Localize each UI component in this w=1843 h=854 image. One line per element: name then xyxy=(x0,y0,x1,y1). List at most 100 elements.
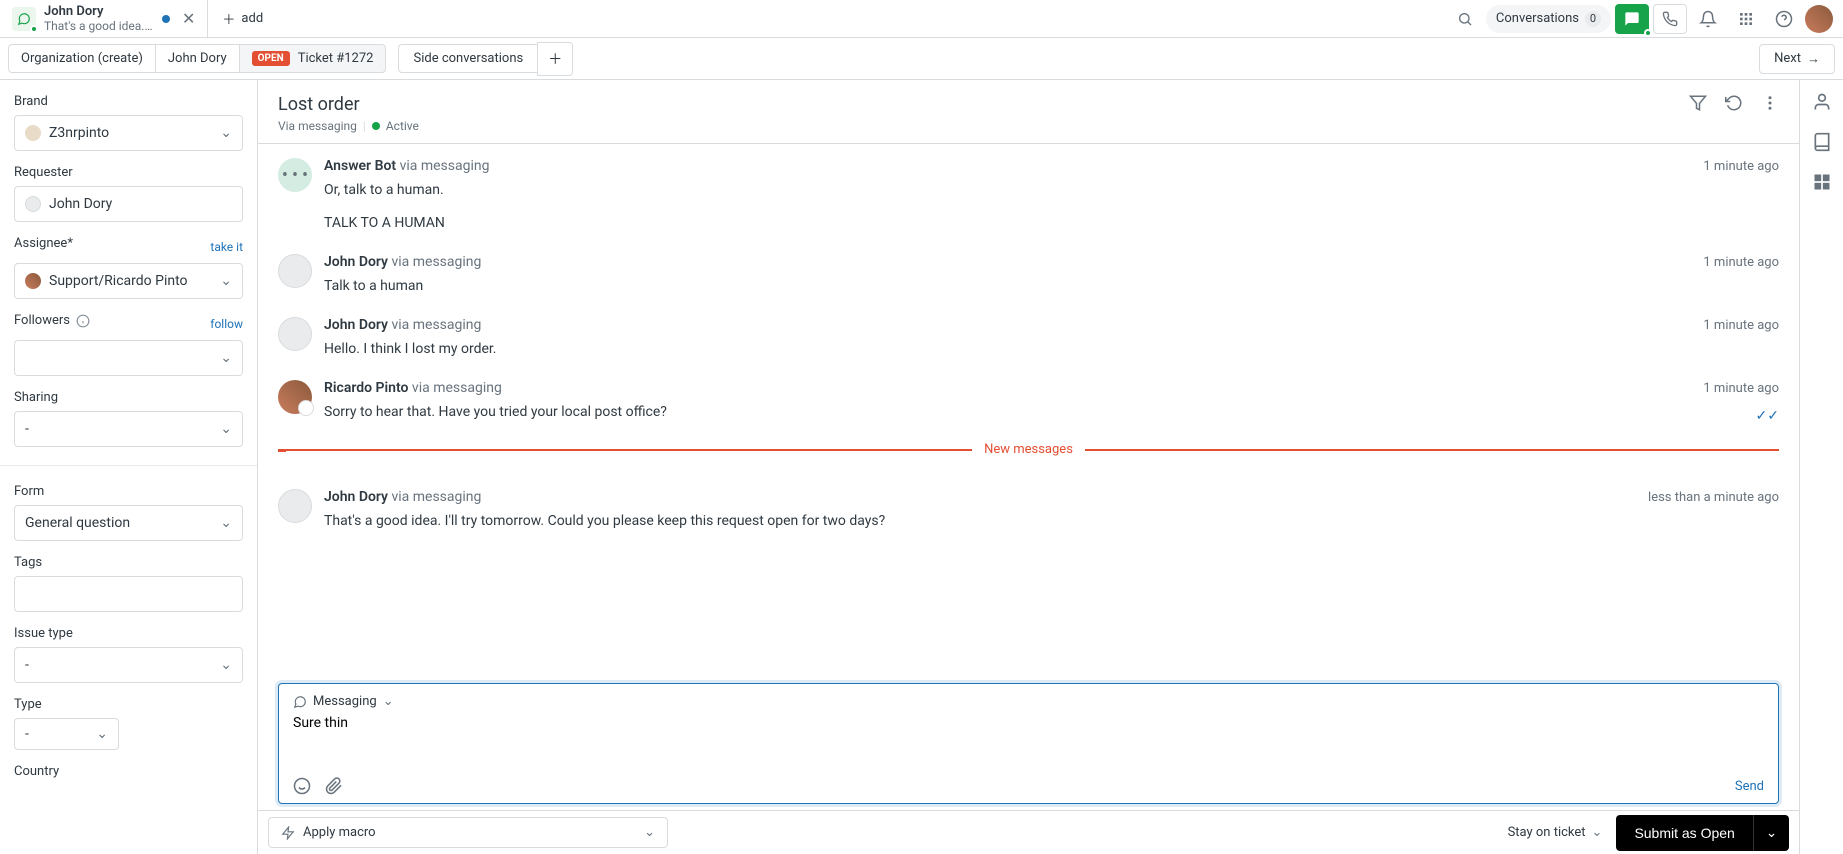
take-it-link[interactable]: take it xyxy=(210,240,243,254)
properties-sidebar: Brand Z3nrpinto ⌄ Requester John Dory As… xyxy=(0,80,258,854)
issue-type-select[interactable]: - ⌄ xyxy=(14,647,243,683)
profile-avatar[interactable] xyxy=(1805,5,1833,33)
message-author: John Dory via messaging xyxy=(324,489,481,505)
requester-label: Requester xyxy=(14,165,243,180)
message-text: Hello. I think I lost my order. xyxy=(324,339,1779,360)
follow-link[interactable]: follow xyxy=(210,317,243,331)
avatar xyxy=(278,317,312,351)
avatar xyxy=(278,489,312,523)
message: John Dory via messaging 1 minute ago Tal… xyxy=(278,244,1779,307)
next-button[interactable]: Next → xyxy=(1759,44,1835,74)
chevron-down-icon: ⌄ xyxy=(1592,825,1603,840)
tab-title: John Dory xyxy=(44,4,154,20)
messaging-icon[interactable] xyxy=(1615,4,1649,34)
issue-type-label: Issue type xyxy=(14,626,243,641)
ticket-title: Lost order xyxy=(278,94,419,115)
breadcrumb-bar: Organization (create) John Dory OPEN Tic… xyxy=(0,38,1843,80)
new-messages-label: New messages xyxy=(972,442,1085,457)
form-select[interactable]: General question ⌄ xyxy=(14,505,243,541)
plus-icon: ＋ xyxy=(222,9,235,28)
breadcrumb: Organization (create) John Dory OPEN Tic… xyxy=(8,44,386,73)
next-label: Next xyxy=(1774,51,1801,66)
followers-label: Followers xyxy=(14,313,90,328)
crumb-organization[interactable]: Organization (create) xyxy=(8,44,155,73)
composer: Messaging ⌄ Sure thin Send xyxy=(278,683,1779,804)
submit-dropdown[interactable]: ⌄ xyxy=(1753,815,1789,851)
composer-channel-select[interactable]: Messaging ⌄ xyxy=(279,684,1778,709)
stay-on-ticket-select[interactable]: Stay on ticket ⌄ xyxy=(1508,825,1603,840)
requester-field[interactable]: John Dory xyxy=(14,186,243,222)
add-side-conversation-button[interactable]: ＋ xyxy=(537,42,573,76)
more-icon[interactable] xyxy=(1761,94,1779,112)
form-label: Form xyxy=(14,484,243,499)
close-tab-icon[interactable]: ✕ xyxy=(182,9,195,28)
message-author: John Dory via messaging xyxy=(324,254,481,270)
submit-button[interactable]: Submit as Open xyxy=(1616,815,1752,851)
composer-channel-label: Messaging xyxy=(313,694,377,709)
type-select[interactable]: - ⌄ xyxy=(14,718,119,750)
chevron-down-icon: ⌄ xyxy=(383,694,394,709)
crumb-ticket[interactable]: OPEN Ticket #1272 xyxy=(239,44,387,73)
avatar xyxy=(278,380,312,414)
sharing-value: - xyxy=(25,421,29,437)
message-time: 1 minute ago xyxy=(1703,159,1779,174)
brand-value: Z3nrpinto xyxy=(49,125,109,141)
country-label: Country xyxy=(14,764,243,779)
message-time: less than a minute ago xyxy=(1648,490,1779,505)
attachment-icon[interactable] xyxy=(325,777,343,795)
info-icon xyxy=(76,314,90,328)
phone-icon[interactable] xyxy=(1653,4,1687,34)
message-text: Or, talk to a human.TALK TO A HUMAN xyxy=(324,180,1779,234)
add-tab-button[interactable]: ＋ add xyxy=(208,0,277,37)
ticket-tab[interactable]: John Dory That's a good idea. I… ✕ xyxy=(0,0,208,37)
side-conversations-button[interactable]: Side conversations xyxy=(398,44,537,73)
sharing-label: Sharing xyxy=(14,390,243,405)
assignee-label: Assignee* xyxy=(14,236,73,251)
message-time: 1 minute ago xyxy=(1703,318,1779,333)
tags-label: Tags xyxy=(14,555,243,570)
conversations-button[interactable]: Conversations 0 xyxy=(1486,5,1611,33)
user-profile-icon[interactable] xyxy=(1812,92,1832,112)
chevron-down-icon: ⌄ xyxy=(96,726,108,742)
notifications-icon[interactable] xyxy=(1691,4,1725,34)
message-author: Ricardo Pinto via messaging xyxy=(324,380,502,396)
send-button[interactable]: Send xyxy=(1735,779,1764,794)
apply-macro-select[interactable]: Apply macro ⌄ xyxy=(268,817,668,848)
conversations-count: 0 xyxy=(1585,11,1601,27)
sharing-select[interactable]: - ⌄ xyxy=(14,411,243,447)
avatar: ••• xyxy=(278,158,312,192)
search-icon[interactable] xyxy=(1448,4,1482,34)
tags-field[interactable] xyxy=(14,576,243,612)
message: ••• Answer Bot via messaging 1 minute ag… xyxy=(278,148,1779,244)
chevron-down-icon: ⌄ xyxy=(220,657,232,673)
new-messages-divider: New messages xyxy=(278,449,1779,467)
read-receipt-icon: ✓✓ xyxy=(1756,406,1779,427)
message-time: 1 minute ago xyxy=(1703,255,1779,270)
filter-icon[interactable] xyxy=(1689,94,1707,112)
crumb-user[interactable]: John Dory xyxy=(155,44,239,73)
apps-icon[interactable] xyxy=(1729,4,1763,34)
chevron-down-icon: ⌄ xyxy=(220,125,232,141)
message-list: ••• Answer Bot via messaging 1 minute ag… xyxy=(258,144,1799,673)
stay-label: Stay on ticket xyxy=(1508,825,1586,840)
message: John Dory via messaging 1 minute ago Hel… xyxy=(278,307,1779,370)
knowledge-icon[interactable] xyxy=(1812,132,1832,152)
message-time: 1 minute ago xyxy=(1703,381,1779,396)
history-icon[interactable] xyxy=(1725,94,1743,112)
message-text: Sorry to hear that. Have you tried your … xyxy=(324,402,1779,423)
message-text: Talk to a human xyxy=(324,276,1779,297)
assignee-value: Support/Ricardo Pinto xyxy=(49,273,188,289)
brand-label: Brand xyxy=(14,94,243,109)
avatar xyxy=(278,254,312,288)
apps-panel-icon[interactable] xyxy=(1812,172,1832,192)
brand-select[interactable]: Z3nrpinto ⌄ xyxy=(14,115,243,151)
chevron-down-icon: ⌄ xyxy=(220,273,232,289)
form-value: General question xyxy=(25,515,130,531)
assignee-select[interactable]: Support/Ricardo Pinto ⌄ xyxy=(14,263,243,299)
composer-input[interactable]: Sure thin xyxy=(279,709,1778,769)
message-text: That's a good idea. I'll try tomorrow. C… xyxy=(324,511,1779,532)
issue-type-value: - xyxy=(25,657,29,673)
help-icon[interactable] xyxy=(1767,4,1801,34)
followers-field[interactable]: ⌄ xyxy=(14,340,243,376)
emoji-icon[interactable] xyxy=(293,777,311,795)
